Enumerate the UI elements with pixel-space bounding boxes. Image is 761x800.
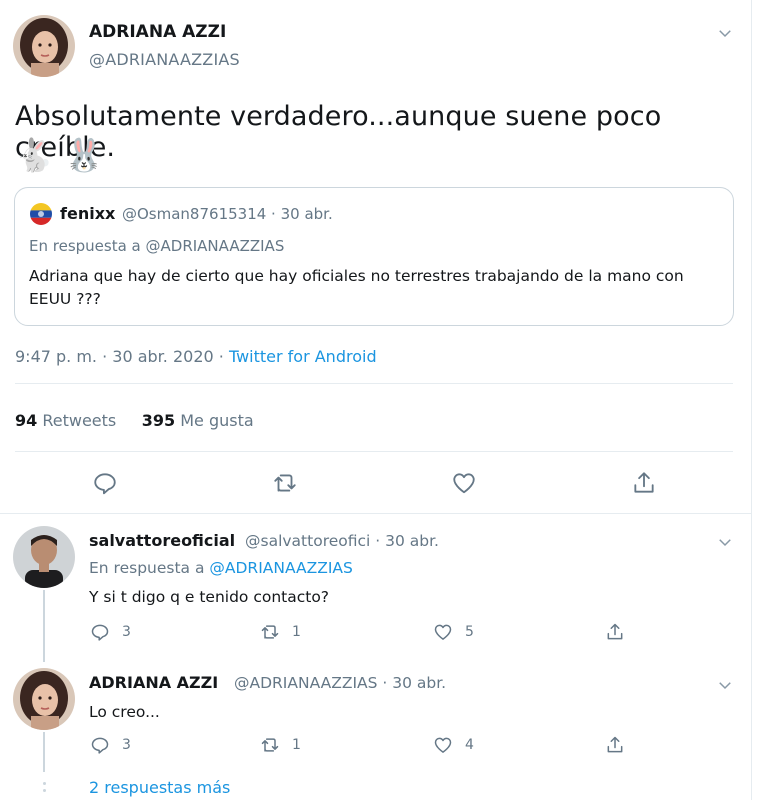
share-icon[interactable]: [631, 470, 657, 496]
reply-count: 3: [122, 624, 131, 640]
reply-context-handle[interactable]: @ADRIANAAZZIAS: [209, 559, 352, 577]
reply-author-name[interactable]: ADRIANA AZZI: [89, 673, 218, 692]
share-icon: [607, 623, 623, 640]
like-count: 4: [465, 737, 474, 753]
retweet-count: 1: [292, 737, 301, 753]
engagement-stats: 94 Retweets 395 Me gusta: [15, 411, 254, 430]
reply-avatar[interactable]: [13, 526, 75, 588]
reply-count: 3: [122, 737, 131, 753]
reply-text: Lo creo...: [89, 703, 160, 721]
reply-author-meta[interactable]: @ADRIANAAZZIAS · 30 abr.: [234, 674, 446, 692]
chevron-down-icon[interactable]: [716, 676, 734, 694]
reply-context-prefix: En respuesta a: [89, 559, 210, 577]
reply-action[interactable]: 3: [90, 735, 131, 755]
retweet-icon: [261, 625, 279, 639]
divider: [0, 513, 752, 514]
tweet-detail-panel: ADRIANA AZZI @ADRIANAAZZIAS Absolutament…: [0, 0, 752, 800]
quoted-text: Adriana que hay de cierto que hay oficia…: [29, 267, 684, 308]
reply-author-name[interactable]: salvattoreoficial: [89, 531, 235, 550]
source-link[interactable]: Twitter for Android: [229, 347, 377, 366]
likes-label[interactable]: Me gusta: [180, 411, 253, 430]
like-action[interactable]: 4: [433, 735, 474, 755]
chevron-down-icon[interactable]: [716, 24, 734, 42]
quoted-author-meta: @Osman87615314 · 30 abr.: [122, 205, 333, 223]
heart-icon[interactable]: [451, 470, 477, 496]
chevron-down-icon[interactable]: [716, 533, 734, 551]
divider: [15, 383, 733, 384]
tweet-timestamp: 9:47 p. m. · 30 abr. 2020 · Twitter for …: [15, 347, 377, 366]
author-handle[interactable]: @ADRIANAAZZIAS: [89, 50, 240, 69]
timestamp-text: 9:47 p. m. · 30 abr. 2020 ·: [15, 347, 229, 366]
like-action[interactable]: 5: [433, 622, 474, 642]
retweet-action[interactable]: 1: [260, 735, 301, 755]
heart-icon: [434, 624, 452, 640]
share-action[interactable]: [605, 622, 637, 642]
reply-icon: [91, 624, 109, 641]
retweets-count[interactable]: 94: [15, 411, 37, 430]
share-icon: [607, 736, 623, 753]
retweets-label[interactable]: Retweets: [42, 411, 116, 430]
reply-action[interactable]: 3: [90, 622, 131, 642]
heart-icon: [434, 737, 452, 753]
reply-icon: [91, 737, 109, 754]
author-name[interactable]: ADRIANA AZZI: [89, 22, 226, 42]
thread-dots: [43, 782, 46, 796]
tweet-text: Absolutamente verdadero...aunque suene p…: [15, 101, 662, 163]
more-replies-link[interactable]: 2 respuestas más: [89, 778, 230, 797]
share-action[interactable]: [605, 735, 637, 755]
thread-line: [43, 732, 45, 772]
like-count: 5: [465, 624, 474, 640]
reply-context: En respuesta a @ADRIANAAZZIAS: [89, 559, 353, 577]
divider: [15, 451, 733, 452]
reply-avatar[interactable]: [13, 668, 75, 730]
retweet-icon[interactable]: [272, 470, 298, 496]
thread-line: [43, 590, 45, 662]
retweet-action[interactable]: 1: [260, 622, 301, 642]
retweet-icon: [261, 738, 279, 752]
quoted-avatar: [30, 203, 52, 225]
likes-count[interactable]: 395: [142, 411, 175, 430]
quoted-tweet[interactable]: fenixx @Osman87615314 · 30 abr. En respu…: [14, 187, 734, 326]
retweet-count: 1: [292, 624, 301, 640]
quoted-author-name: fenixx: [60, 204, 116, 223]
rabbit-emoji: 🐇 🐰: [14, 136, 104, 174]
quoted-reply-context: En respuesta a @ADRIANAAZZIAS: [29, 237, 285, 255]
reply-icon[interactable]: [92, 470, 118, 496]
reply-text: Y si t digo q e tenido contacto?: [89, 588, 330, 606]
reply-author-meta[interactable]: @salvattoreofici · 30 abr.: [245, 532, 439, 550]
author-avatar[interactable]: [13, 15, 75, 77]
